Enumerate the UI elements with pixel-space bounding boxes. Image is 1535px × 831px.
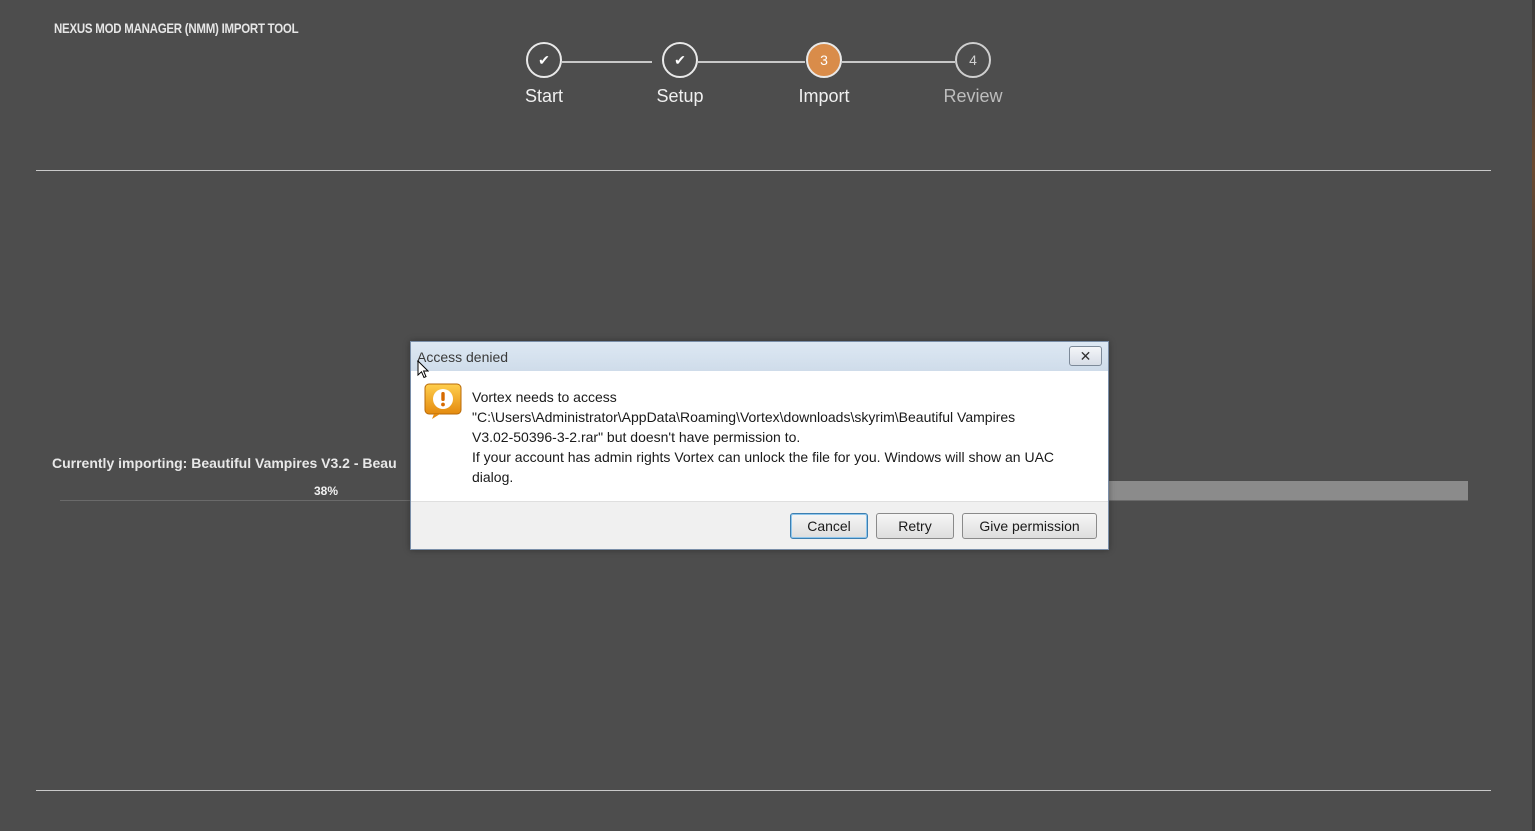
dialog-title: Access denied [417, 349, 509, 365]
checkmark-icon: ✔ [662, 42, 698, 78]
divider-bottom [36, 790, 1491, 791]
dialog-body: Vortex needs to access "C:\Users\Adminis… [411, 371, 1108, 503]
progress-percent-label: 38% [314, 484, 339, 498]
mouse-cursor-icon [417, 360, 429, 379]
message-line: V3.02-50396-3-2.rar" but doesn't have pe… [472, 429, 801, 445]
give-permission-button[interactable]: Give permission [962, 513, 1097, 539]
step-start: ✔ Start [484, 42, 604, 107]
divider-top [36, 170, 1491, 171]
access-denied-dialog: Access denied ✕ Vortex needs to access "… [410, 341, 1109, 550]
close-icon: ✕ [1079, 347, 1092, 364]
step-setup: ✔ Setup [620, 42, 740, 107]
cancel-button[interactable]: Cancel [790, 513, 868, 539]
message-line: If your account has admin rights Vortex … [472, 449, 1055, 465]
message-line: dialog. [472, 469, 514, 485]
dialog-titlebar[interactable]: Access denied ✕ [411, 342, 1108, 371]
import-tool-window: NEXUS MOD MANAGER (NMM) IMPORT TOOL ✔ St… [0, 0, 1535, 831]
dialog-message: Vortex needs to access "C:\Users\Adminis… [472, 387, 1102, 487]
step-import: 3 Import [764, 42, 884, 107]
message-line: "C:\Users\Administrator\AppData\Roaming\… [472, 409, 1016, 425]
step-label: Review [943, 86, 1003, 106]
import-stepper: ✔ Start ✔ Setup 3 Import 4 Review [0, 0, 1535, 130]
dialog-footer: Cancel Retry Give permission [411, 501, 1108, 549]
warning-icon [424, 383, 462, 419]
step-label: Setup [656, 86, 704, 106]
step-label: Import [798, 86, 850, 106]
step-review: 4 Review [913, 42, 1033, 107]
step-label: Start [524, 86, 563, 106]
retry-button[interactable]: Retry [876, 513, 954, 539]
step-number: 4 [955, 42, 991, 78]
checkmark-icon: ✔ [526, 42, 562, 78]
step-number: 3 [806, 42, 842, 78]
import-status-text: Currently importing: Beautiful Vampires … [52, 455, 397, 471]
close-button[interactable]: ✕ [1069, 346, 1102, 366]
message-line: Vortex needs to access [472, 389, 617, 405]
